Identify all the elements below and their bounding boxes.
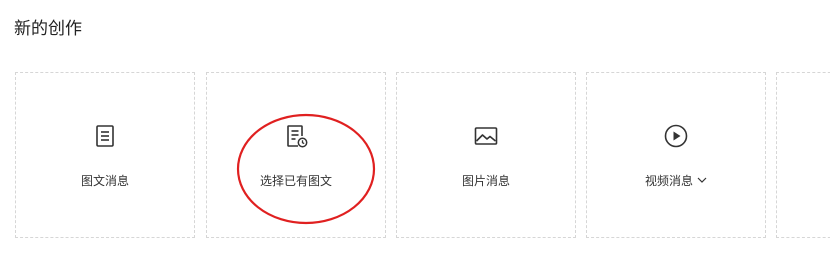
card-select-existing-article[interactable]: 选择已有图文 (206, 72, 386, 238)
card-image-message[interactable]: 图片消息 (396, 72, 576, 238)
card-label: 图片消息 (461, 174, 510, 188)
card-video-message[interactable]: 视频消息 (586, 72, 766, 238)
chevron-down-icon[interactable] (697, 177, 707, 184)
card-label: 选择已有图文 (259, 174, 332, 188)
video-message-label: 视频消息 (644, 174, 693, 188)
document-icon (92, 123, 118, 149)
image-icon (473, 123, 499, 149)
card-article-message[interactable]: 图文消息 (15, 72, 195, 238)
play-circle-icon (663, 123, 689, 149)
section-title: 新的创作 (14, 19, 82, 39)
card-label[interactable]: 视频消息 (587, 173, 765, 189)
card-label: 图文消息 (80, 174, 129, 188)
document-clock-icon (283, 123, 309, 149)
card-partial[interactable] (776, 72, 830, 238)
